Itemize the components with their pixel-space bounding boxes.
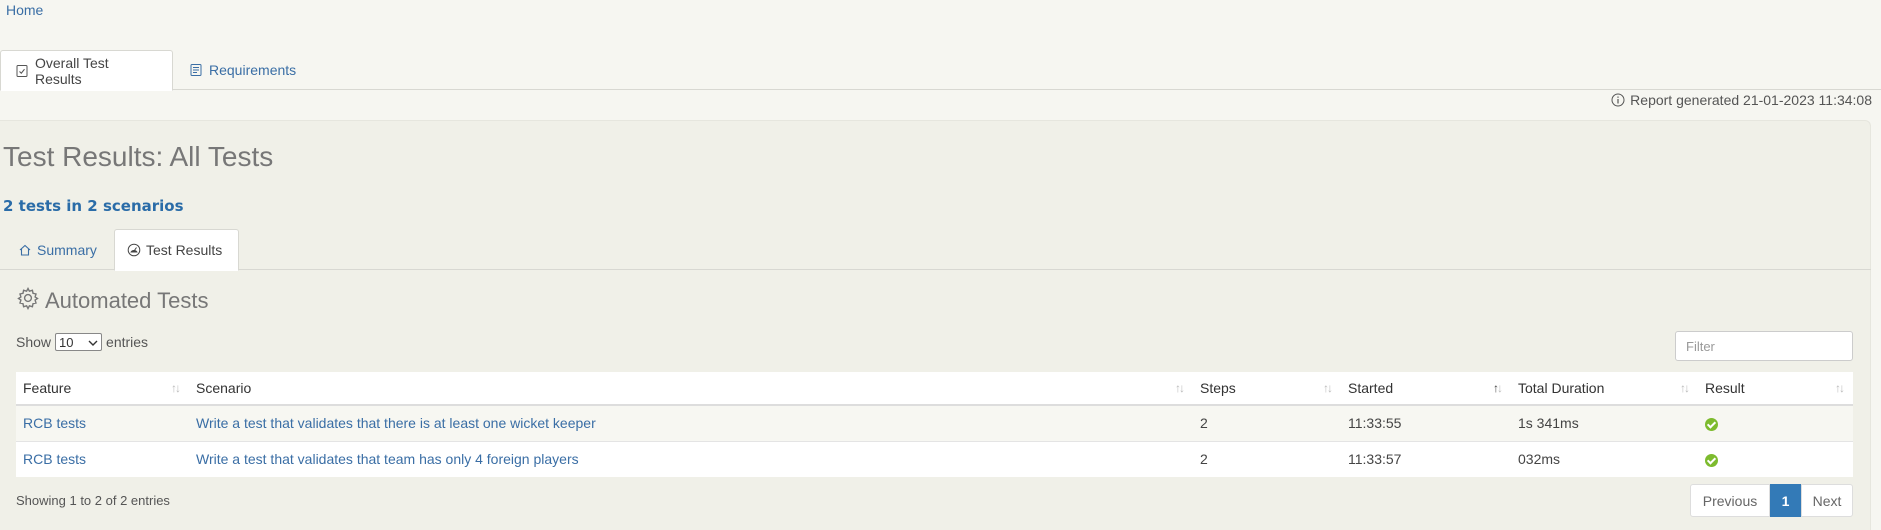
column-header-label: Result — [1705, 380, 1745, 396]
sort-asc-icon: ↑↓ — [171, 381, 181, 395]
tab-label: Summary — [37, 241, 97, 258]
page-subtitle: 2 tests in 2 scenarios — [3, 197, 184, 215]
cell-started: 11:33:55 — [1341, 404, 1511, 441]
entries-select-value: 10 — [59, 334, 74, 350]
tab-label: Test Results — [146, 242, 223, 258]
page-length-control: Show 10 entries — [16, 333, 148, 351]
cell-scenario: Write a test that validates that team ha… — [189, 440, 1193, 477]
column-header-label: Feature — [23, 380, 72, 396]
cell-steps: 2 — [1193, 404, 1341, 441]
gauge-icon — [127, 243, 141, 257]
cell-result — [1698, 440, 1853, 477]
cell-feature: RCB tests — [16, 440, 189, 477]
column-header-total-duration[interactable]: Total Duration ↑↓ — [1511, 372, 1698, 406]
cell-duration: 032ms — [1511, 440, 1698, 477]
column-header-steps[interactable]: Steps ↑↓ — [1193, 372, 1341, 406]
page-1-button[interactable]: 1 — [1770, 484, 1801, 517]
entries-label: entries — [106, 334, 149, 350]
table-row: RCB tests Write a test that validates th… — [16, 440, 1853, 477]
document-icon — [189, 63, 203, 77]
breadcrumb-home[interactable]: Home — [6, 2, 43, 18]
chevron-down-icon — [88, 335, 98, 350]
section-title: Automated Tests — [16, 286, 208, 316]
column-header-result[interactable]: Result ↑↓ — [1698, 372, 1853, 406]
table-header-row: Feature ↑↓ Scenario ↑↓ Steps ↑↓ Started ↑↓ T… — [16, 372, 1853, 406]
sort-icon: ↑↓ — [1323, 381, 1333, 395]
tab-overall-test-results[interactable]: Overall Test Results — [0, 50, 173, 91]
home-icon — [18, 243, 32, 257]
table-info: Showing 1 to 2 of 2 entries — [16, 493, 170, 508]
report-generated-text: Report generated 21-01-2023 11:34:08 — [1630, 92, 1872, 108]
tab-label: Requirements — [209, 62, 297, 78]
pagination: Previous 1 Next — [1690, 484, 1853, 517]
show-label: Show — [16, 334, 52, 350]
filter-input[interactable] — [1675, 331, 1853, 361]
gear-icon — [16, 286, 40, 316]
check-circle-icon — [1705, 418, 1718, 432]
check-circle-icon — [1705, 454, 1718, 468]
tab-requirements[interactable]: Requirements — [175, 50, 310, 90]
column-header-label: Total Duration — [1518, 380, 1605, 396]
sort-icon: ↑↓ — [1175, 381, 1185, 395]
cell-steps: 2 — [1193, 440, 1341, 477]
sort-icon: ↑↓ — [1835, 381, 1845, 395]
scenario-link[interactable]: Write a test that validates that team ha… — [196, 451, 579, 467]
cell-result — [1698, 404, 1853, 441]
cell-started: 11:33:57 — [1341, 440, 1511, 477]
cell-scenario: Write a test that validates that there i… — [189, 404, 1193, 441]
info-icon — [1611, 93, 1625, 107]
page-title: Test Results: All Tests — [3, 141, 274, 172]
table-row: RCB tests Write a test that validates th… — [16, 404, 1853, 441]
sort-icon: ↑↓ — [1680, 381, 1690, 395]
sort-asc-icon: ↑↓ — [1493, 381, 1503, 395]
tab-label: Overall Test Results — [35, 54, 109, 87]
column-header-label: Steps — [1200, 380, 1236, 396]
tab-test-results[interactable]: Test Results — [114, 229, 239, 271]
section-title-text: Automated Tests — [45, 288, 209, 313]
scenario-link[interactable]: Write a test that validates that there i… — [196, 415, 596, 431]
column-header-started[interactable]: Started ↑↓ — [1341, 372, 1511, 406]
inner-tab-bar: Summary Test Results — [0, 229, 1871, 271]
feature-link[interactable]: RCB tests — [23, 415, 86, 431]
checklist-icon — [15, 64, 29, 78]
column-header-scenario[interactable]: Scenario ↑↓ — [189, 372, 1193, 406]
top-tab-bar: Overall Test Results Requirements — [0, 50, 1881, 91]
column-header-label: Scenario — [196, 380, 252, 396]
results-table: Feature ↑↓ Scenario ↑↓ Steps ↑↓ Started ↑↓ T… — [16, 372, 1853, 477]
report-generated: Report generated 21-01-2023 11:34:08 — [1611, 92, 1872, 108]
previous-page-button[interactable]: Previous — [1690, 484, 1770, 517]
cell-feature: RCB tests — [16, 404, 189, 441]
column-header-label: Started — [1348, 380, 1394, 396]
entries-select[interactable]: 10 — [55, 333, 103, 351]
cell-duration: 1s 341ms — [1511, 404, 1698, 441]
feature-link[interactable]: RCB tests — [23, 451, 86, 467]
next-page-button[interactable]: Next — [1801, 484, 1853, 517]
tab-summary[interactable]: Summary — [6, 229, 112, 270]
column-header-feature[interactable]: Feature ↑↓ — [16, 372, 189, 406]
